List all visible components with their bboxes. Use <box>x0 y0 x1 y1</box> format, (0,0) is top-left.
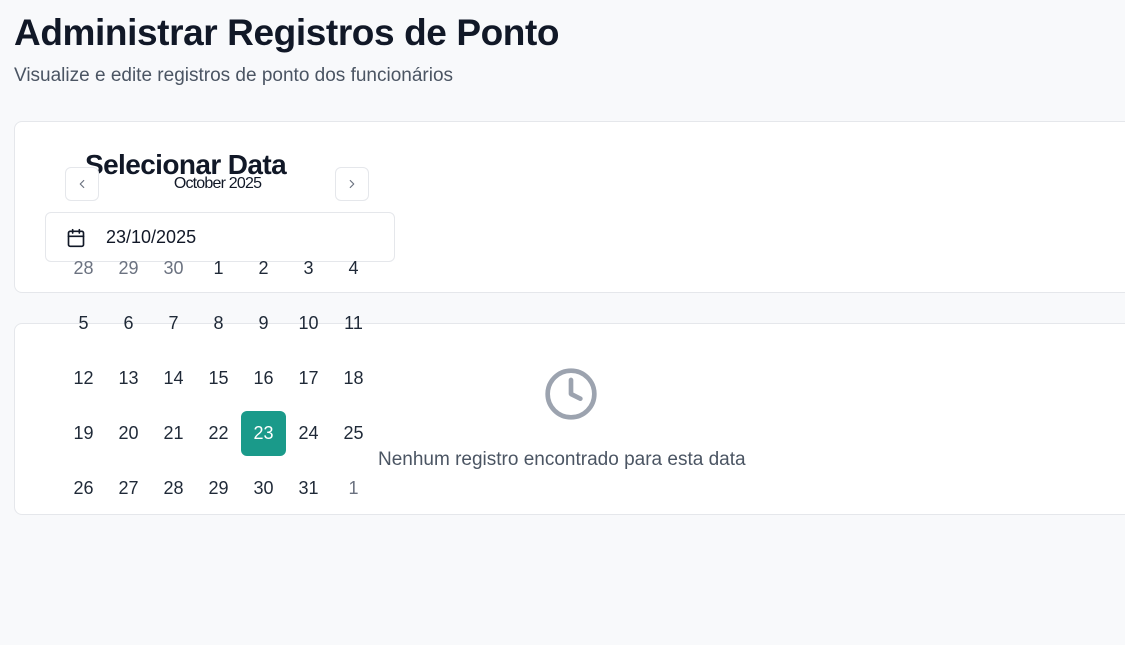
calendar-day[interactable]: 18 <box>331 356 376 401</box>
calendar-day-selected[interactable]: 23 <box>241 411 286 456</box>
calendar-icon <box>67 228 85 248</box>
calendar-day[interactable]: 1 <box>196 246 241 291</box>
calendar-day[interactable]: 17 <box>286 356 331 401</box>
calendar-day[interactable]: 6 <box>106 301 151 346</box>
calendar-day[interactable]: 7 <box>151 301 196 346</box>
calendar-day[interactable]: 13 <box>106 356 151 401</box>
calendar-day[interactable]: 8 <box>196 301 241 346</box>
next-month-button[interactable] <box>335 167 369 201</box>
calendar-day[interactable]: 30 <box>241 466 286 511</box>
calendar-day[interactable]: 29 <box>196 466 241 511</box>
date-input-value: 23/10/2025 <box>106 227 197 247</box>
calendar-day[interactable]: 15 <box>196 356 241 401</box>
calendar-day[interactable]: 16 <box>241 356 286 401</box>
clock-icon <box>545 368 597 420</box>
calendar-day[interactable]: 31 <box>286 466 331 511</box>
calendar-day[interactable]: 22 <box>196 411 241 456</box>
calendar-day[interactable]: 2 <box>241 246 286 291</box>
calendar-day[interactable]: 30 <box>151 246 196 291</box>
calendar-day[interactable]: 4 <box>331 246 376 291</box>
calendar-day[interactable]: 29 <box>106 246 151 291</box>
month-label: October 2025 <box>173 175 262 192</box>
empty-records-message: Nenhum registro encontrado para esta dat… <box>378 449 746 470</box>
calendar-day[interactable]: 21 <box>151 411 196 456</box>
calendar-day[interactable]: 28 <box>61 246 106 291</box>
calendar-day[interactable]: 19 <box>61 411 106 456</box>
calendar-day[interactable]: 14 <box>151 356 196 401</box>
page-title: Administrar Registros de Ponto <box>14 12 560 53</box>
calendar-day[interactable]: 9 <box>241 301 286 346</box>
calendar-day[interactable]: 28 <box>151 466 196 511</box>
chevron-left-icon <box>79 179 85 189</box>
calendar-day[interactable]: 20 <box>106 411 151 456</box>
calendar-day[interactable]: 24 <box>286 411 331 456</box>
calendar-day[interactable]: 3 <box>286 246 331 291</box>
calendar-day[interactable]: 25 <box>331 411 376 456</box>
calendar-day[interactable]: 1 <box>331 466 376 511</box>
calendar-day[interactable]: 26 <box>61 466 106 511</box>
calendar-day[interactable]: 10 <box>286 301 331 346</box>
calendar-day[interactable]: 27 <box>106 466 151 511</box>
calendar-day[interactable]: 11 <box>331 301 376 346</box>
calendar-day[interactable]: 5 <box>61 301 106 346</box>
previous-month-button[interactable] <box>65 167 99 201</box>
calendar-day[interactable]: 12 <box>61 356 106 401</box>
chevron-right-icon <box>349 179 355 189</box>
page-subtitle: Visualize e edite registros de ponto dos… <box>14 65 454 86</box>
